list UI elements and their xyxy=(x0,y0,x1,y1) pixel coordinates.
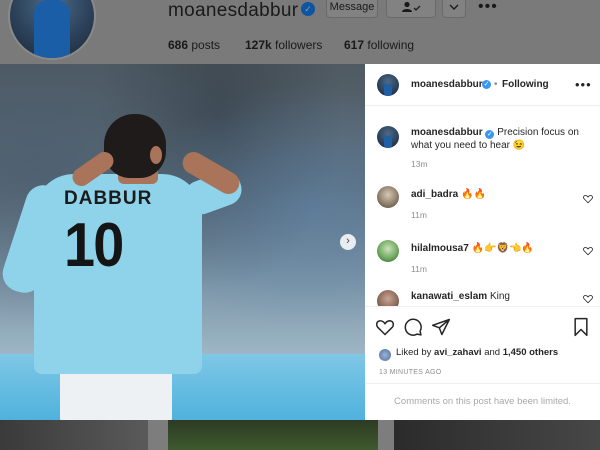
bookmark-icon[interactable] xyxy=(571,317,591,337)
comment-username[interactable]: adi_badra xyxy=(411,189,458,200)
verified-badge-icon: ✓ xyxy=(485,130,495,139)
comment-time: 11m xyxy=(411,264,427,274)
post-header: moanesdabbur ✓ • Following ••• xyxy=(365,64,600,106)
likes-prefix: Liked by xyxy=(396,347,432,358)
list-item: hilalmousa7 🔥👉🦁👈🔥 xyxy=(411,242,534,255)
profile-avatar[interactable] xyxy=(8,0,96,60)
chevron-down-icon xyxy=(449,4,459,10)
post-timestamp: 13 MINUTES AGO xyxy=(379,369,442,376)
comment-text: 🔥🔥 xyxy=(461,189,486,200)
comments-limited-notice: Comments on this post have been limited. xyxy=(365,383,600,421)
grid-thumbnail[interactable] xyxy=(394,420,600,450)
comment-icon[interactable] xyxy=(403,317,423,337)
heart-icon[interactable] xyxy=(583,194,593,204)
avatar[interactable] xyxy=(377,240,399,262)
suggestions-dropdown-button[interactable] xyxy=(442,0,466,18)
likes-summary[interactable]: Liked by avi_zahavi and 1,450 others xyxy=(396,347,558,358)
comment-text: 🔥👉🦁👈🔥 xyxy=(471,243,534,254)
avatar[interactable] xyxy=(377,290,399,306)
more-dots-icon[interactable]: ••• xyxy=(575,77,592,92)
more-dots-icon[interactable]: ••• xyxy=(478,0,498,16)
verified-badge-icon: ✓ xyxy=(301,2,315,16)
followers-label: followers xyxy=(275,38,323,52)
avatar[interactable] xyxy=(377,74,399,96)
followers-stat[interactable]: 127k followers xyxy=(245,38,322,52)
jersey-number: 10 xyxy=(64,211,124,280)
chevron-right-icon: › xyxy=(346,235,350,247)
following-button[interactable] xyxy=(386,0,436,18)
message-button[interactable]: Message xyxy=(326,0,378,18)
posts-label: posts xyxy=(191,38,221,52)
list-item: adi_badra 🔥🔥 xyxy=(411,188,486,201)
profile-username: moanesdabbur xyxy=(168,0,299,21)
following-status[interactable]: Following xyxy=(502,79,549,90)
separator-dot: • xyxy=(494,79,498,90)
verified-badge-icon: ✓ xyxy=(482,80,491,89)
profile-header: moanesdabbur ✓ Message ••• 686 posts 127… xyxy=(0,0,600,64)
post-actions: Liked by avi_zahavi and 1,450 others 13 … xyxy=(365,306,600,420)
heart-icon[interactable] xyxy=(375,317,395,337)
post-photo[interactable]: DABBUR 10 › xyxy=(0,64,365,420)
heart-icon[interactable] xyxy=(583,294,593,304)
comment-username[interactable]: kanawati_eslam xyxy=(411,291,487,302)
following-label: following xyxy=(367,38,415,52)
list-item: kanawati_eslam King xyxy=(411,290,510,303)
next-image-button[interactable]: › xyxy=(340,234,356,250)
post-modal: DABBUR 10 › moanesdabbur ✓ • Following •… xyxy=(0,64,600,420)
person-check-icon xyxy=(402,1,421,12)
comment-time: 11m xyxy=(411,210,427,220)
followers-count: 127k xyxy=(245,38,272,52)
avatar[interactable] xyxy=(377,186,399,208)
likes-user[interactable]: avi_zahavi xyxy=(434,347,482,358)
share-icon[interactable] xyxy=(431,317,451,337)
caption-time: 13m xyxy=(411,159,428,169)
comment-text: King xyxy=(489,291,510,302)
caption-username[interactable]: moanesdabbur xyxy=(411,127,483,138)
posts-count: 686 xyxy=(168,38,189,52)
grid-thumbnail[interactable] xyxy=(168,420,378,450)
caption: moanesdabbur ✓ Precision focus on what y… xyxy=(411,126,591,152)
posts-stat[interactable]: 686 posts xyxy=(168,38,220,52)
heart-icon[interactable] xyxy=(583,246,593,256)
comment-username[interactable]: hilalmousa7 xyxy=(411,243,469,254)
following-stat[interactable]: 617 following xyxy=(344,38,414,52)
jersey-name: DABBUR xyxy=(64,188,153,209)
post-author-username[interactable]: moanesdabbur xyxy=(411,79,483,90)
avatar[interactable] xyxy=(379,349,391,361)
following-count: 617 xyxy=(344,38,365,52)
post-sidebar: moanesdabbur ✓ • Following ••• moanesdab… xyxy=(365,64,600,420)
grid-thumbnail[interactable] xyxy=(0,420,148,450)
likes-others[interactable]: 1,450 others xyxy=(503,347,558,358)
likes-joiner: and xyxy=(484,347,501,358)
comments-list[interactable]: moanesdabbur ✓ Precision focus on what y… xyxy=(365,106,600,306)
avatar[interactable] xyxy=(377,126,399,148)
